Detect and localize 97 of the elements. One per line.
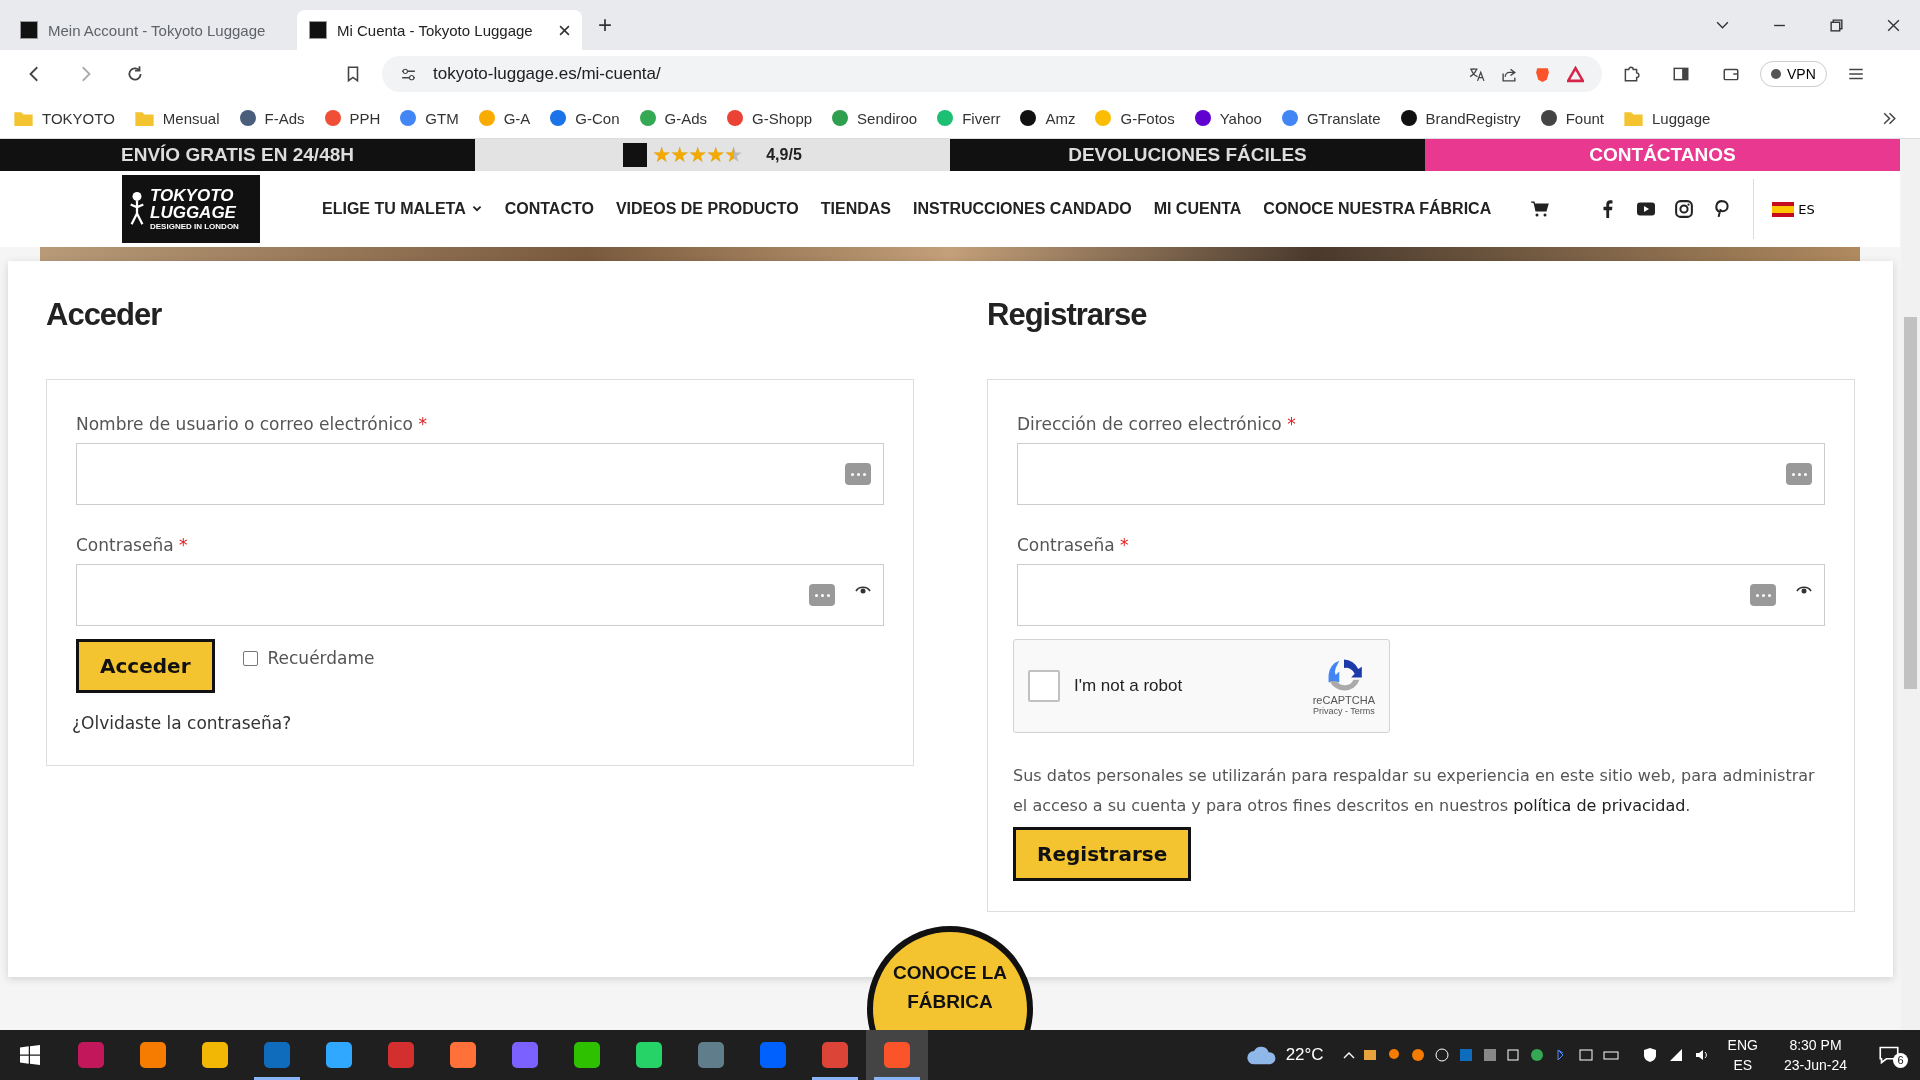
speech-bubble-icon: [1879, 1045, 1899, 1065]
new-tab-button[interactable]: +: [586, 11, 624, 39]
bookmark-item[interactable]: F-Ads: [239, 109, 305, 127]
section-heading: Acceder: [46, 297, 163, 333]
close-icon[interactable]: [1886, 17, 1901, 33]
rating-score: 4,9/5: [766, 146, 802, 164]
autofill-icon[interactable]: [809, 584, 835, 606]
text-field[interactable]: [1017, 443, 1825, 505]
nav-link[interactable]: TIENDAS: [820, 200, 891, 218]
captcha-brand: reCAPTCHA: [1312, 694, 1375, 706]
autofill-icon[interactable]: [1750, 584, 1776, 606]
captcha-label: I'm not a robot: [1074, 676, 1183, 696]
bookmark-item[interactable]: GTM: [400, 109, 459, 127]
amazon-logo-icon: [623, 143, 648, 167]
bookmark-item[interactable]: PPH: [324, 109, 381, 127]
captcha-privacy-link[interactable]: Privacy: [1312, 706, 1343, 716]
site-favicon-icon: [20, 21, 38, 39]
puzzle-icon[interactable]: [1622, 65, 1640, 83]
nav-link[interactable]: CONOCE NUESTRA FÁBRICA: [1263, 200, 1492, 218]
shield-icon[interactable]: [1641, 1047, 1658, 1063]
bookmark-item[interactable]: G-Shopp: [727, 109, 813, 127]
folder-icon: [1624, 110, 1643, 126]
weather-temperature[interactable]: 22°C: [1285, 1045, 1324, 1065]
nav-link[interactable]: ELIGE TU MALETA: [322, 200, 483, 218]
privacy-notice: Sus datos personales se utilizarán para respaldar su experiencia en este sitio web, para administrar el acceso a su cuenta y para otros fines descritos en nuestros política de privacidad.: [1013, 765, 1816, 817]
taskbar-clock[interactable]: 8:30 PM 23-Jun-24: [1783, 1035, 1847, 1075]
contact-banner-link[interactable]: CONTÁCTANOS: [1425, 139, 1900, 171]
folder-icon: [14, 110, 33, 126]
logo-text: LUGGAGE: [150, 204, 238, 221]
windows-logo-icon[interactable]: [20, 1045, 40, 1065]
privacy-policy-link[interactable]: política de privacidad: [1513, 796, 1686, 815]
captcha-separator: -: [1344, 706, 1348, 716]
bookmark-item[interactable]: Fiverr: [937, 109, 1001, 127]
browser-tab[interactable]: Mein Account - Tokyoto Luggage: [8, 10, 293, 50]
youtube-icon[interactable]: [1637, 200, 1656, 218]
reload-icon[interactable]: [126, 65, 144, 83]
promo-banner: ENVÍO GRATIS EN 24/48H: [0, 139, 475, 171]
bookmark-item[interactable]: Fount: [1540, 109, 1604, 127]
login-button[interactable]: Acceder: [76, 639, 215, 693]
restore-icon[interactable]: [1829, 17, 1844, 33]
site-favicon-icon: [309, 21, 327, 39]
bookmark-item[interactable]: G-Con: [550, 109, 620, 127]
bookmark-item[interactable]: Mensual: [134, 109, 220, 127]
bookmark-item[interactable]: Sendiroo: [832, 109, 918, 127]
notification-center-button[interactable]: 6: [1879, 1042, 1908, 1068]
bookmark-item[interactable]: TOKYOTO: [14, 109, 115, 127]
nav-link[interactable]: VIDEOS DE PRODUCTO: [615, 200, 799, 218]
section-heading: Registrarse: [987, 297, 1148, 333]
eye-icon[interactable]: [1796, 585, 1812, 595]
field-label: Contraseña *: [76, 535, 188, 555]
promo-banner: DEVOLUCIONES FÁCILES: [950, 139, 1425, 171]
nav-link[interactable]: MI CUENTA: [1153, 200, 1242, 218]
autofill-icon[interactable]: [1786, 463, 1812, 485]
cloud-icon[interactable]: [1245, 1044, 1278, 1066]
instagram-icon[interactable]: [1675, 200, 1694, 218]
triangle-icon[interactable]: [1567, 65, 1584, 83]
bookmark-item[interactable]: Yahoo: [1194, 109, 1262, 127]
eye-icon[interactable]: [855, 585, 871, 595]
logo-tagline: DESIGNED IN LONDON: [150, 223, 239, 231]
bookmark-item[interactable]: GTranslate: [1281, 109, 1381, 127]
bookmark-item[interactable]: G-Ads: [639, 109, 708, 127]
scrollbar-thumb[interactable]: [1904, 317, 1917, 689]
text-field[interactable]: [76, 443, 884, 505]
input-language-indicator[interactable]: ENG ES: [1727, 1035, 1758, 1075]
close-icon[interactable]: [559, 24, 570, 36]
bookmark-item[interactable]: G-A: [478, 109, 531, 127]
sidebar-icon[interactable]: [1672, 65, 1690, 83]
speaker-icon[interactable]: [1693, 1047, 1710, 1063]
field-label: Contraseña *: [1017, 535, 1129, 555]
captcha-terms-link[interactable]: Terms: [1350, 706, 1375, 716]
brand-logo[interactable]: TOKYOTO LUGGAGE DESIGNED IN LONDON: [122, 175, 260, 243]
remember-checkbox[interactable]: Recuérdame: [242, 648, 375, 668]
password-field[interactable]: [1017, 564, 1825, 626]
bookmark-item[interactable]: G-Fotos: [1095, 109, 1175, 127]
captcha-checkbox[interactable]: [1028, 670, 1060, 702]
bookmark-item[interactable]: Luggage: [1624, 109, 1711, 127]
nav-link[interactable]: CONTACTO: [504, 200, 594, 218]
register-button[interactable]: Registrarse: [1013, 827, 1192, 881]
bookmark-item[interactable]: Amz: [1020, 109, 1076, 127]
folder-icon: [134, 110, 154, 126]
field-label: Nombre de usuario o correo electrónico *: [76, 414, 427, 434]
password-field[interactable]: [76, 564, 884, 626]
field-label: Dirección de correo electrónico *: [1017, 414, 1296, 434]
checkbox[interactable]: [242, 650, 258, 666]
pinterest-icon[interactable]: [1713, 200, 1732, 218]
forgot-password-link[interactable]: ¿Olvidaste la contraseña?: [72, 713, 292, 733]
translate-icon[interactable]: [1468, 65, 1485, 83]
logo-text: TOKYOTO: [150, 187, 235, 204]
address-bar[interactable]: tokyoto-luggage.es/mi-cuenta/: [382, 56, 1602, 92]
browser-tab[interactable]: Mi Cuenta - Tokyoto Luggage: [297, 10, 582, 50]
taskbar-app-icon[interactable]: [866, 1030, 928, 1080]
autofill-icon[interactable]: [845, 463, 871, 485]
nav-link[interactable]: INSTRUCCIONES CANDADO: [912, 200, 1132, 218]
language-switcher[interactable]: ES: [1753, 179, 1815, 239]
bookmark-item[interactable]: BrandRegistry: [1400, 109, 1521, 127]
spain-flag-icon: [1772, 201, 1795, 217]
cart-icon[interactable]: [1531, 200, 1550, 218]
